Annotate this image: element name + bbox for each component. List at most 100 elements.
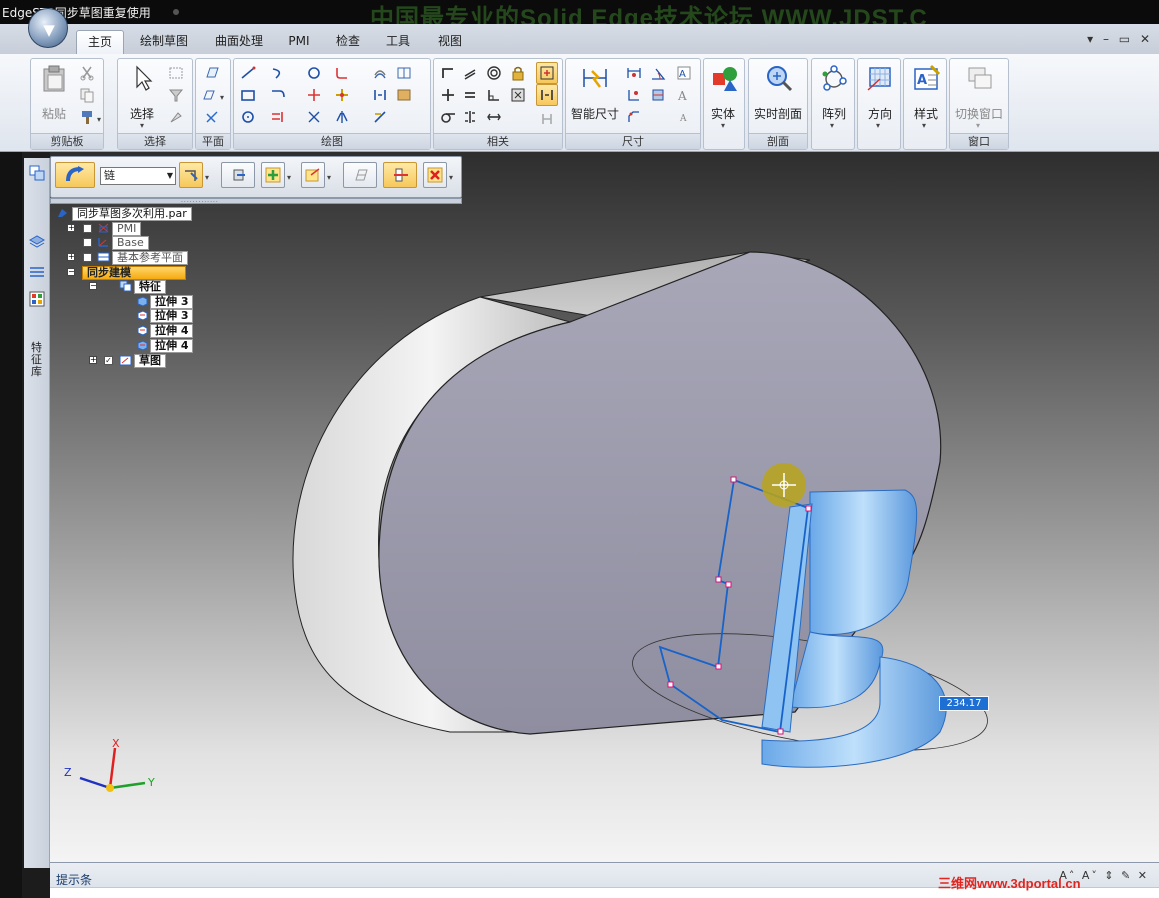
symmetric-diameter-icon[interactable] [650,87,666,103]
select-type-dropdown[interactable]: 链 ▼ [100,167,176,185]
perpendicular-icon[interactable] [486,87,502,103]
tree-item-base[interactable]: Base [112,236,149,250]
tab-view[interactable]: 视图 [432,30,468,54]
sensors-tab-icon[interactable] [28,262,46,280]
cancel-dropdown[interactable]: ▾ [449,173,453,182]
extend-icon[interactable] [270,109,286,125]
coordinate-dimension-icon[interactable] [626,87,642,103]
tree-item-ref-planes[interactable]: 基本参考平面 [112,251,188,265]
tree-item-extrude[interactable]: 拉伸 4 [150,324,194,338]
tree-item-pmi[interactable]: PMI [112,222,142,236]
trim-icon[interactable] [306,87,322,103]
select-tool-icon[interactable] [168,109,184,125]
format-painter-dropdown[interactable]: ▾ [97,115,101,124]
tree-item-sketches[interactable]: 草图 [134,354,166,368]
command-bar-grip[interactable]: ............. [50,198,462,204]
treatment-button[interactable] [301,162,325,188]
paste-icon[interactable] [39,63,69,93]
treatment-dropdown[interactable]: ▾ [327,173,331,182]
tree-root[interactable]: 同步草图多次利用.par [72,207,192,221]
keypoints-button[interactable] [343,162,377,188]
add-body-button[interactable] [261,162,285,188]
circle-tangent-icon[interactable] [306,65,322,81]
text-size-icon[interactable]: A [676,87,692,103]
pmi-checkbox[interactable] [83,224,92,233]
pattern-dropdown[interactable]: ▾ [830,121,834,130]
coincident-plane-icon[interactable] [202,87,218,103]
concentric-icon[interactable] [486,65,502,81]
move-icon[interactable] [334,87,350,103]
tangent-icon[interactable] [440,109,456,125]
properties-tab-icon[interactable] [28,290,46,308]
fillet-icon[interactable] [334,65,350,81]
relation-color-icon[interactable] [539,111,555,127]
ref-planes-checkbox[interactable] [83,253,92,262]
pathfinder-tab-icon[interactable] [28,164,46,182]
extent-option-button[interactable] [179,162,203,188]
switch-windows-icon[interactable] [965,63,995,93]
plane-axis-icon[interactable] [204,109,220,125]
filter-icon[interactable] [168,87,184,103]
orient-dropdown[interactable]: ▾ [876,121,880,130]
fill-icon[interactable] [396,87,412,103]
add-body-dropdown[interactable]: ▾ [287,173,291,182]
switch-windows-dropdown[interactable]: ▾ [976,121,980,130]
tree-item-extrude[interactable]: 拉伸 3 [150,309,194,323]
application-button[interactable]: ▼ [28,8,68,48]
offset-icon[interactable] [372,65,388,81]
base-checkbox[interactable] [83,238,92,247]
live-section-icon[interactable] [764,63,794,93]
select-mode-button[interactable] [55,162,95,188]
select-arrow-icon[interactable] [128,63,158,93]
tab-inspect[interactable]: 检查 [330,30,366,54]
chamfer-dimension-icon[interactable] [626,109,642,125]
collapse-sync-modeling[interactable]: − [67,268,75,276]
angle-between-icon[interactable] [650,65,666,81]
plane-dropdown[interactable]: ▾ [220,93,224,102]
tree-item-features[interactable]: 特征 [134,280,166,294]
symmetric-icon[interactable] [462,109,478,125]
connect-icon[interactable] [440,65,456,81]
horizontal-vertical-icon[interactable] [440,87,456,103]
parallel-icon[interactable] [462,65,478,81]
format-painter-icon[interactable] [79,109,95,125]
collinear-icon[interactable] [486,109,502,125]
tab-home[interactable]: 主页 [76,30,124,54]
cancel-button[interactable] [423,162,447,188]
split-icon[interactable] [306,109,322,125]
tree-item-sync-modeling[interactable]: 同步建模 [82,266,186,280]
symmetric-extent-button[interactable] [383,162,417,188]
orient-icon[interactable] [865,63,895,93]
solids-icon[interactable] [710,63,740,93]
layers-tab-icon[interactable] [28,232,46,250]
select-box-icon[interactable] [168,65,184,81]
rigid-set-icon[interactable] [510,87,526,103]
tree-item-extrude[interactable]: 拉伸 3 [150,295,194,309]
tree-item-extrude[interactable]: 拉伸 4 [150,339,194,353]
style-dropdown[interactable]: ▾ [922,121,926,130]
mirror-icon[interactable] [396,65,412,81]
pattern-icon[interactable] [819,63,849,93]
expand-sketches[interactable]: + [89,356,97,364]
dimension-value-box[interactable]: 234.17 [939,696,989,711]
copy-icon[interactable] [79,87,95,103]
symmetry-icon[interactable] [334,109,350,125]
arc-icon[interactable] [270,65,286,81]
window-controls[interactable]: ▾ – ▭ ✕ [1087,32,1153,46]
lock-icon[interactable] [510,65,526,81]
expand-pmi[interactable]: + [67,224,75,232]
line-icon[interactable] [240,65,256,81]
curve-icon[interactable] [270,87,286,103]
cut-icon[interactable] [79,65,95,81]
expand-ref-planes[interactable]: + [67,253,75,261]
style-icon[interactable]: A [911,63,941,93]
equal-icon[interactable] [462,87,478,103]
text-small-icon[interactable]: A [676,109,692,125]
plane-icon[interactable] [204,65,220,81]
side-step-button[interactable] [221,162,255,188]
tab-surfacing[interactable]: 曲面处理 [208,30,270,54]
extent-dropdown[interactable]: ▾ [205,173,209,182]
solids-dropdown[interactable]: ▾ [721,121,725,130]
smart-dimension-icon[interactable] [580,63,610,93]
tab-tools[interactable]: 工具 [380,30,416,54]
